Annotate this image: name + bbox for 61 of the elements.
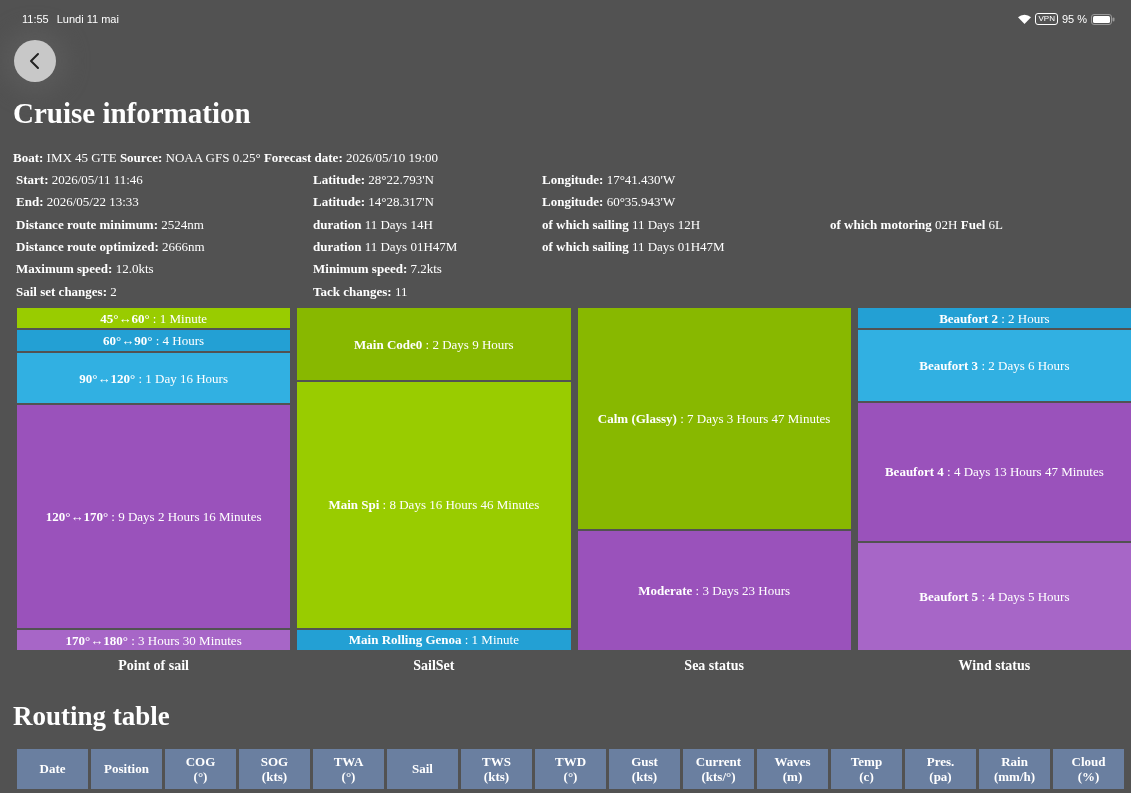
column-header: Position [91, 748, 162, 789]
treemap-block: Beaufort 5 : 4 Days 5 Hours [857, 542, 1131, 651]
info-text: Longitude: 60°35.943'W [542, 193, 677, 212]
chart-title: Sea status [683, 657, 745, 676]
column-header: Current (kts/°) [683, 748, 754, 789]
treemap-block: 120°↔170° : 9 Days 2 Hours 16 Minutes [17, 405, 291, 628]
section-title: Routing table [13, 700, 171, 733]
info-text: Tack changes: 11 [313, 282, 409, 301]
battery-percent: 95 % [1061, 11, 1087, 27]
info-text: Distance route minimum: 2524nm [16, 215, 205, 234]
treemap-block: 60°↔90° : 4 Hours [17, 330, 291, 351]
chevron-left-icon [29, 52, 41, 70]
treemap-block: 45°↔60° : 1 Minute [17, 308, 291, 329]
column-header: Temp (c) [831, 748, 902, 789]
column-header: Gust (kts) [609, 748, 680, 789]
column-header: Pres. (pa) [905, 748, 976, 789]
column-header: TWS (kts) [461, 748, 532, 789]
info-text: End: 2026/05/22 13:33 [16, 193, 140, 212]
column-header: Cloud (%) [1053, 748, 1124, 789]
wifi-icon [1018, 14, 1032, 24]
vpn-badge: VPN [1035, 13, 1058, 25]
treemap-block: Main Code0 : 2 Days 9 Hours [297, 308, 571, 380]
treemap-block: Beaufort 2 : 2 Hours [857, 308, 1131, 329]
column-header: SOG (kts) [239, 748, 310, 789]
treemap-block: Beaufort 4 : 4 Days 13 Hours 47 Minutes [857, 402, 1131, 541]
treemap-block: Main Rolling Genoa : 1 Minute [297, 629, 571, 651]
chart-title: Wind status [957, 657, 1032, 676]
back-button[interactable] [14, 40, 56, 82]
treemap-block: Calm (Glassy) : 7 Days 3 Hours 47 Minutes [577, 308, 851, 530]
column-header: Date [17, 748, 88, 789]
column-header: COG (°) [165, 748, 236, 789]
info-text: Latitude: 28°22.793'N [313, 170, 435, 189]
treemap-block: Main Spi : 8 Days 16 Hours 46 Minutes [297, 381, 571, 628]
info-text: duration 11 Days 01H47M [313, 238, 459, 256]
info-text: Minimum speed: 7.2kts [313, 260, 443, 279]
summary-line: Boat: IMX 45 GTE Source: NOAA GFS 0.25° Forecast date: 2026/05/10 19:00 [13, 148, 440, 167]
info-text: of which motoring 02H Fuel 6L [830, 215, 1004, 234]
info-text: Distance route optimized: 2666nm [16, 238, 206, 256]
info-text: Start: 2026/05/11 11:46 [16, 170, 144, 189]
treemap-block: Moderate : 3 Days 23 Hours [577, 531, 851, 651]
treemap-block: 90°↔120° : 1 Day 16 Hours [17, 352, 291, 404]
page-title: Cruise information [13, 96, 252, 131]
info-text: Latitude: 14°28.317'N [313, 193, 435, 212]
info-text: of which sailing 11 Days 12H [542, 215, 702, 234]
status-time: 11:55 [22, 11, 49, 27]
column-header: Sail [387, 748, 458, 789]
info-text: Longitude: 17°41.430'W [542, 170, 677, 189]
info-text: Maximum speed: 12.0kts [16, 260, 155, 279]
treemap-block: 170°↔180° : 3 Hours 30 Minutes [17, 630, 291, 651]
column-header: TWD (°) [535, 748, 606, 789]
info-text: duration 11 Days 14H [313, 215, 434, 234]
column-header: Rain (mm/h) [979, 748, 1050, 789]
info-text: of which sailing 11 Days 01H47M [542, 238, 726, 256]
treemap-block: Beaufort 3 : 2 Days 6 Hours [857, 330, 1131, 401]
column-header: Waves (m) [757, 748, 828, 789]
column-header: TWA (°) [313, 748, 384, 789]
battery-icon [1091, 13, 1115, 25]
chart-title: SailSet [412, 657, 456, 676]
status-date: Lundi 11 mai [56, 11, 119, 27]
info-text: Sail set changes: 2 [16, 282, 118, 301]
chart-title: Point of sail [117, 657, 190, 676]
